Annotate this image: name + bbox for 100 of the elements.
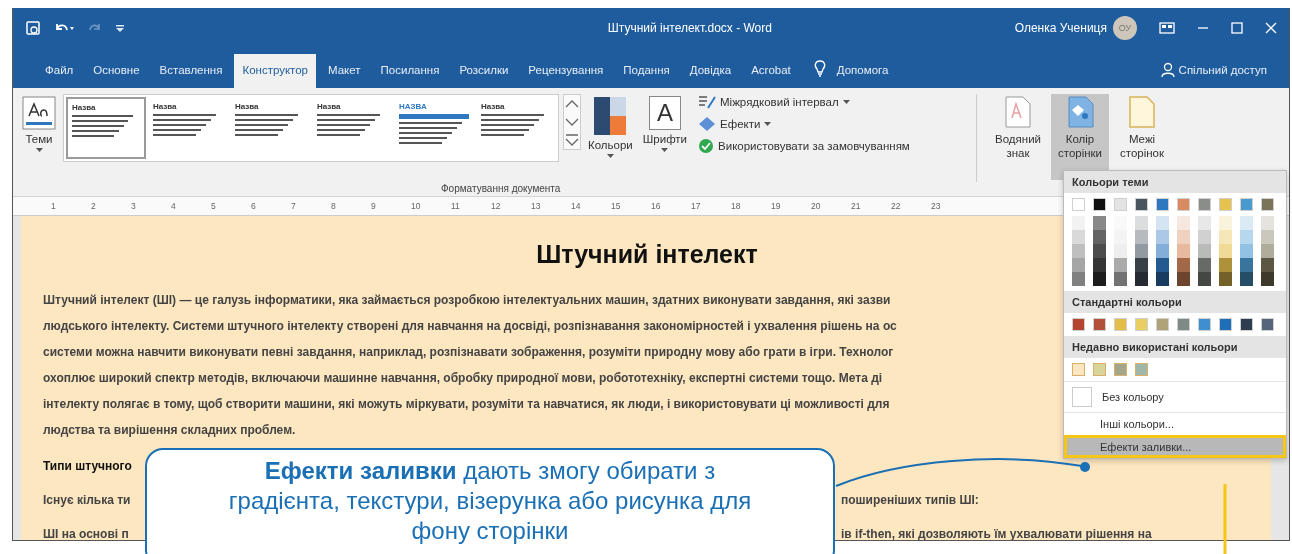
ribbon-tab[interactable]: Файл [37, 54, 82, 88]
page-color-icon [1066, 96, 1095, 128]
ribbon-option[interactable]: Ефекти [698, 116, 969, 132]
fonts-button[interactable]: A Шрифти [639, 94, 691, 154]
color-swatch[interactable] [1240, 318, 1253, 331]
menu-item[interactable]: Ефекти заливки... [1064, 435, 1286, 458]
caret-icon [606, 154, 614, 158]
color-swatch[interactable] [1072, 198, 1085, 211]
color-shades[interactable] [1177, 216, 1190, 286]
line-spacing-icon [698, 94, 717, 110]
color-swatch[interactable] [1114, 318, 1127, 331]
ribbon-tab[interactable]: Довідка [681, 54, 740, 88]
ribbon-tab[interactable]: Основне [85, 54, 148, 88]
paragraph-line: поширеніших типів ШІ: [841, 492, 979, 509]
ribbon-tab[interactable]: Вставлення [151, 54, 231, 88]
color-swatch[interactable] [1198, 318, 1211, 331]
color-swatch[interactable] [1072, 363, 1085, 376]
caret-icon [764, 122, 772, 126]
ribbon-tab[interactable]: Рецензування [520, 54, 612, 88]
color-shades[interactable] [1198, 216, 1211, 286]
menu-section-header: Недавно використані кольори [1064, 336, 1286, 358]
style-thumbnail[interactable]: Назва [148, 97, 228, 159]
ribbon-tab[interactable]: Розсилки [451, 54, 517, 88]
paragraph-line: людства та вирішення складних проблем. [43, 422, 296, 439]
color-swatch[interactable] [1072, 318, 1085, 331]
themes-button[interactable]: Теми [19, 94, 59, 154]
color-shades[interactable] [1261, 216, 1274, 286]
color-shades[interactable] [1135, 216, 1148, 286]
paragraph-line: системи можна навчити виконувати певні завдання, наприклад, розпізнавати зображення, розуміти природну мову або грати в ігри. Технолог [43, 344, 894, 361]
ribbon-tab[interactable]: Подання [615, 54, 678, 88]
customize-toolbar-icon[interactable] [115, 23, 125, 33]
color-swatch[interactable] [1177, 318, 1190, 331]
menu-section-header: Кольори теми [1064, 171, 1286, 193]
style-thumbnail[interactable]: Назва [66, 97, 146, 159]
color-swatch[interactable] [1135, 363, 1148, 376]
paragraph-line: Типи штучного [43, 458, 132, 475]
paragraph-line: ШІ на основі п [43, 526, 129, 540]
color-swatch[interactable] [1219, 318, 1232, 331]
themes-icon [22, 96, 56, 130]
document-title: Штучний інтелект [535, 240, 759, 269]
paragraph-line: ів if-then, які дозволяють їм ухвалювати рішення на [841, 526, 1152, 540]
color-swatch[interactable] [1114, 198, 1127, 211]
paragraph-line: людського інтелекту. Системи штучного інтелекту створені для навчання на досвіді, розпізнавання закономірностей і ухвалення рішень на ос [43, 318, 897, 335]
color-swatch[interactable] [1177, 198, 1190, 211]
group-label: Форматування документа [441, 183, 561, 194]
save-icon[interactable] [25, 20, 41, 36]
user-name[interactable]: Оленка Учениця [1014, 21, 1107, 35]
window-title: Штучний інтелект.docx - Word [606, 21, 773, 35]
person-icon[interactable] [1160, 62, 1175, 78]
color-shades[interactable] [1072, 216, 1085, 286]
ribbon-tab[interactable]: Конструктор [234, 54, 316, 88]
color-swatch[interactable] [1114, 363, 1127, 376]
share-button[interactable]: Спільний доступ [1178, 64, 1267, 76]
color-shades[interactable] [1219, 216, 1232, 286]
caret-icon [35, 148, 43, 152]
ribbon-option[interactable]: Використовувати за замовчуванням [698, 138, 969, 154]
color-shades[interactable] [1093, 216, 1106, 286]
caret-icon [842, 100, 850, 104]
diamond-icon [698, 116, 717, 132]
color-swatch[interactable] [1261, 198, 1274, 211]
color-shades[interactable] [1114, 216, 1127, 286]
ribbon-tab[interactable]: Макет [320, 54, 369, 88]
colors-button[interactable]: Кольори [585, 94, 636, 160]
color-swatch[interactable] [1261, 318, 1274, 331]
color-swatch[interactable] [1198, 198, 1211, 211]
gallery-more-icon[interactable] [564, 133, 580, 147]
ribbon-option[interactable]: Міжрядковий інтервал [698, 94, 969, 110]
ribbon-tab[interactable]: Посилання [372, 54, 448, 88]
ribbon-display-icon[interactable] [1159, 22, 1175, 34]
close-icon[interactable] [1265, 22, 1277, 34]
color-shades[interactable] [1240, 216, 1253, 286]
color-swatch[interactable] [1093, 198, 1106, 211]
watermark-icon [1005, 96, 1032, 128]
paragraph-line: інтелекту полягає в тому, щоб створити машини, які можуть міркувати, розуміти та навчатися, як люди, і використовувати ці можливості для [43, 396, 890, 413]
menu-item[interactable]: Без кольору [1064, 381, 1286, 412]
style-thumbnail[interactable]: НАЗВА [394, 97, 474, 159]
color-swatch[interactable] [1135, 198, 1148, 211]
page-borders-icon [1129, 96, 1156, 128]
color-swatch[interactable] [1219, 198, 1232, 211]
color-swatch[interactable] [1093, 318, 1106, 331]
color-swatch[interactable] [1240, 198, 1253, 211]
color-shades[interactable] [1156, 216, 1169, 286]
color-swatch[interactable] [1135, 318, 1148, 331]
color-swatch[interactable] [1156, 198, 1169, 211]
paragraph-line: охоплює широкий спектр методів, включаючи машинне навчання, обробку природної мови, робототехніку, експертні системи тощо. Мета ді [43, 370, 883, 387]
style-thumbnail[interactable]: Назва [476, 97, 556, 159]
ribbon-tab[interactable]: Acrobat [743, 54, 799, 88]
style-thumbnail[interactable]: Назва [230, 97, 310, 159]
maximize-icon[interactable] [1231, 22, 1243, 34]
page-background-button[interactable]: Водяний знак [989, 94, 1048, 180]
callout-text: Ефекти заливки дають змогу обирати з градієнта, текстури, візерунка або рисунка для фону сторінки [145, 448, 835, 554]
style-thumbnail[interactable]: Назва [312, 97, 392, 159]
paragraph-line: Штучний інтелект (ШІ) — це галузь інформатики, яка займається розробкою інтелектуальних машин, здатних виконувати завдання, які зазви [43, 292, 891, 309]
help-search[interactable]: Допомога [836, 64, 889, 76]
checkmark-icon [698, 138, 715, 154]
caret-icon [661, 148, 669, 152]
color-swatch[interactable] [1156, 318, 1169, 331]
lightbulb-icon[interactable] [812, 60, 827, 78]
color-palette-icon [593, 96, 628, 136]
color-swatch[interactable] [1093, 363, 1106, 376]
